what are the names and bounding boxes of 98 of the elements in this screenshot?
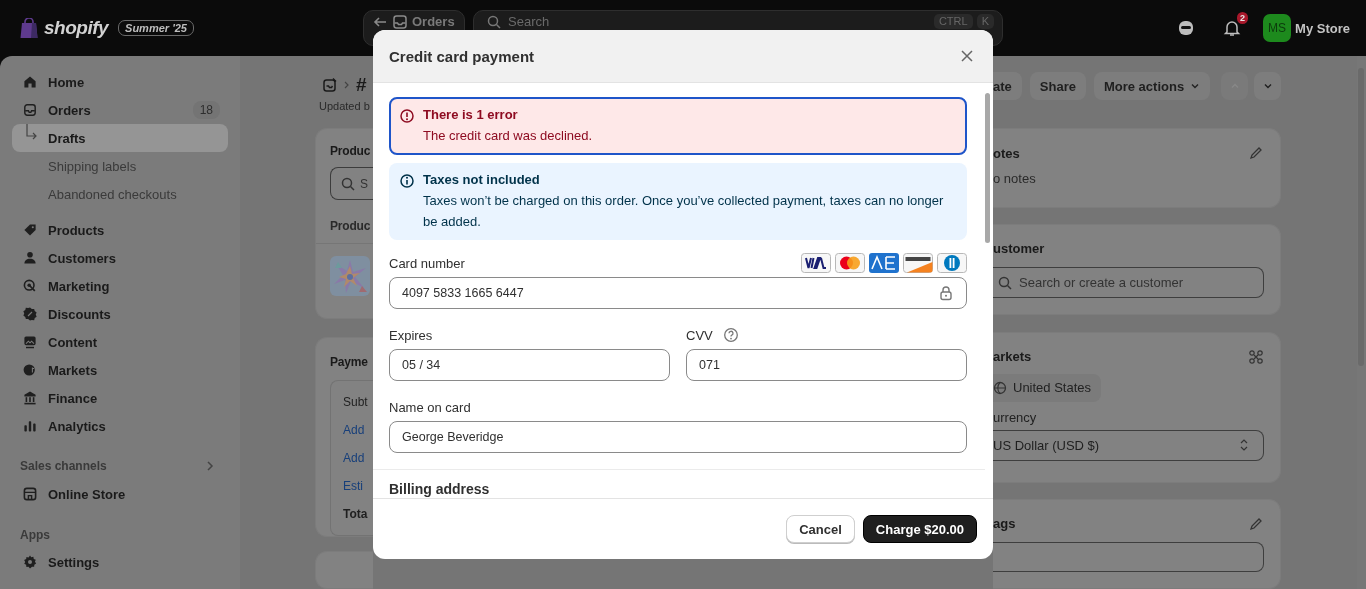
nav-item[interactable]: Finance [12,384,228,412]
inbox-icon [392,14,408,30]
summary-label: Subt [343,394,369,411]
card-logo-icon [937,253,967,273]
gear-icon [22,554,38,570]
card-title: ustomer [993,241,1045,256]
field-label: CVV [686,327,713,343]
action-button[interactable]: ate [993,72,1022,100]
nav-item[interactable]: Online Store [12,480,228,508]
banner-message: The credit card was declined. [423,127,593,145]
action-button[interactable]: Share [1029,72,1086,100]
draft-order-icon[interactable] [322,76,338,93]
page-subtitle: Updated b [318,100,371,113]
count-badge: 18 [192,101,220,119]
summary-link[interactable]: Add [343,416,373,444]
cvv-field[interactable]: 071 [686,349,967,381]
edition-badge: Summer '25 [118,20,194,36]
bar-chart-icon [22,418,38,434]
nav-item[interactable]: Customers [12,244,228,272]
notification-count: 2 [1237,12,1249,24]
nav-item[interactable]: Settings [12,548,228,576]
expiry-field[interactable]: 05 / 34 [389,349,670,381]
info-icon [399,173,415,189]
column-header: Produc [330,219,372,234]
branch-line-icon [26,124,37,140]
nav-item[interactable]: Discounts [12,300,228,328]
summary-link[interactable]: Add [343,444,373,472]
close-icon[interactable] [959,48,975,64]
nav-subitem[interactable]: Abandoned checkouts [12,180,228,208]
card-title: arkets [993,349,1032,365]
card-logo-icon [835,253,865,273]
nav-item[interactable]: Orders 18 [12,96,228,124]
field-label: Name on card [389,399,471,415]
action-button[interactable]: More actions [1093,72,1211,100]
keyboard-key: CTRL [933,14,973,29]
tag-icon [22,222,38,238]
target-icon [22,278,38,294]
nav-item[interactable]: Marketing [12,272,228,300]
section-heading: Sales channels [20,459,107,473]
card-number-field[interactable]: 4097 5833 1665 6447 [389,277,967,309]
nodes-icon[interactable] [1248,348,1264,365]
search-icon [997,274,1013,291]
search-field[interactable]: Search or create a customer [993,267,1264,298]
alert-icon [399,108,415,124]
summary-label: Tota [343,506,369,523]
dialog-title: Credit card payment [389,47,535,65]
chevron-right-icon[interactable] [204,460,216,472]
chevron-down-icon [1262,81,1273,91]
person-icon [22,250,38,266]
card-title: otes [993,145,1020,161]
bank-icon [22,390,38,406]
bag-logo-icon [20,17,38,39]
nav-item[interactable]: Home [12,68,228,96]
inbox-icon [22,102,38,118]
field-label: Expires [389,327,433,343]
summary-link[interactable]: Esti [343,472,373,500]
banner-title: There is 1 error [423,106,519,124]
section-heading: Billing address [389,481,491,497]
nav-item[interactable]: Products [12,216,228,244]
nav-subitem[interactable]: Shipping labels [12,152,228,180]
name-field[interactable]: George Beveridge [389,421,967,453]
nav-item[interactable]: Markets [12,356,228,384]
card-logo-icon [903,253,933,273]
storefront-icon [22,486,38,502]
monitor-icon [22,334,38,350]
help-icon[interactable] [722,327,739,343]
store-name[interactable]: My Store [1295,20,1350,36]
cancel-button[interactable]: Cancel [786,515,855,543]
card-title: Payme [330,355,369,369]
card-title: ags [993,516,1016,532]
page-title: # [356,73,367,96]
card-title: Produc [330,144,372,159]
field-label: urrency [993,409,1038,425]
search-icon [340,175,356,192]
tags-field[interactable] [993,542,1264,572]
search-icon [486,14,502,30]
keyboard-key: K [976,14,994,29]
scroll-thumb[interactable] [985,93,990,243]
logo-wordmark[interactable]: shopify [44,17,109,39]
pencil-icon[interactable] [1248,145,1264,161]
banner-message: Taxes won’t be charged on this order. Once you’ve collected payment, taxes can no longer be added. [423,192,945,231]
currency-select[interactable]: US Dollar (USD $) [993,429,1264,461]
section-heading: Apps [20,528,50,542]
field-label: Card number [389,255,465,271]
card-logo-icon [801,253,831,273]
market-chip[interactable]: United States [993,373,1102,402]
nav-subitem[interactable]: Drafts [12,124,228,152]
percent-badge-icon [22,306,38,322]
nav-item[interactable]: Analytics [12,412,228,440]
nav-item[interactable]: Content [12,328,228,356]
banner-title: Taxes not included [423,171,541,189]
avatar[interactable]: MS [1263,14,1292,42]
bell-icon[interactable] [1223,19,1242,37]
home-icon [22,74,38,90]
notes-text: o notes [993,171,1037,186]
lock-icon [938,285,954,301]
charge-button[interactable]: Charge $20.00 [862,515,977,543]
card-logo-icon [869,253,899,273]
